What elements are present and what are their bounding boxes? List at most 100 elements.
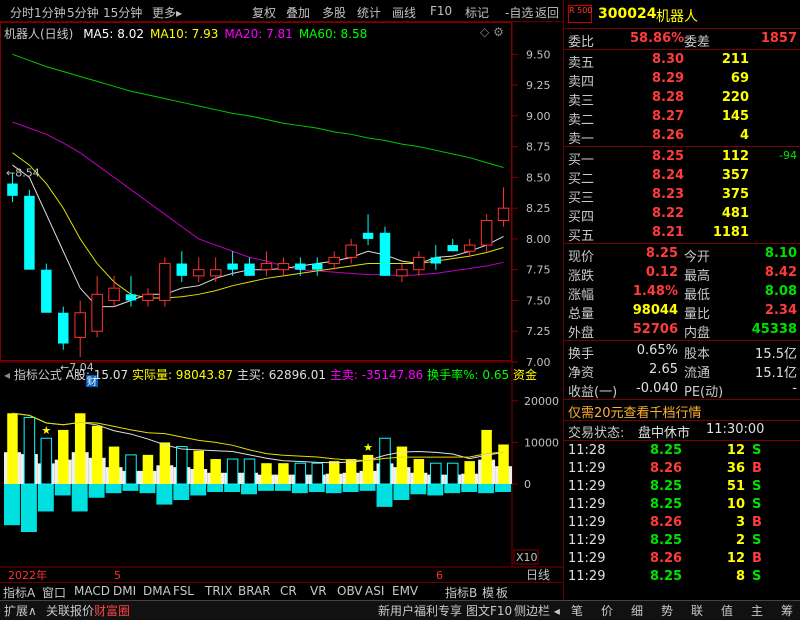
buy-label: 买三 (568, 191, 595, 206)
stat2-label: 收益(一) (568, 385, 618, 400)
wecha-label: 委差 (684, 35, 711, 50)
sell-vol: 220 (721, 90, 749, 105)
sell-row[interactable]: 卖五 8.30 211 (564, 51, 800, 71)
toolbar-item-1[interactable]: 1分钟 (34, 4, 66, 21)
indicator-tab-right-1[interactable]: 模 (482, 584, 494, 601)
promo-row[interactable]: 仅需20元查看千档行情 (564, 401, 800, 421)
kline-chart[interactable]: 9.50 9.25 9.00 8.75 8.50 8.25 8.00 7.75 7.50 7.25… (0, 22, 563, 582)
toolbar-item-6[interactable]: 叠加 (286, 4, 310, 21)
gear-icon[interactable]: ◇ (480, 25, 489, 39)
indicator-tab-5[interactable]: FSL (173, 584, 194, 598)
indicator-tab-2[interactable]: MACD (74, 584, 110, 598)
sep (564, 340, 800, 341)
toolbar-item-4[interactable]: 更多▸ (152, 4, 182, 21)
indicator-tab-11[interactable]: ASI (365, 584, 384, 598)
sell-row[interactable]: 卖四 8.29 69 (564, 70, 800, 90)
promo-text[interactable]: 仅需20元查看千档行情 (568, 402, 702, 421)
indicator-tab-right-0[interactable]: 指标B (445, 584, 477, 601)
main-sell-value: 主卖: -35147.86 (329, 368, 424, 382)
fund-flow-bar (88, 484, 105, 498)
indicator-tab-10[interactable]: OBV (337, 584, 363, 598)
indicator-tab-8[interactable]: CR (280, 584, 297, 598)
indicator-tab-7[interactable]: BRAR (238, 584, 271, 598)
tick-row: 11:29 8.25 10 S (564, 496, 800, 515)
indicator-tab-4[interactable]: DMA (143, 584, 171, 598)
indicator-tab-0[interactable]: 指标A (3, 584, 35, 601)
stat-row: 外盘 52706 内盘 45338 (564, 321, 800, 341)
sep (564, 28, 800, 29)
price-tick-label: 8.25 (526, 202, 551, 215)
sell-label: 卖五 (568, 56, 595, 71)
buy-row[interactable]: 买二 8.24 357 (564, 167, 800, 187)
toolbar-item-7[interactable]: 多股 (322, 4, 346, 21)
fund-flow-bar (444, 484, 461, 494)
price-tick-label: 8.75 (526, 141, 551, 154)
side-tab-2[interactable]: 细 (631, 602, 643, 619)
side-tab-7[interactable]: 筹 (781, 602, 793, 619)
tick-side: S (752, 443, 762, 458)
webi-row: 委比 58.86% 委差 1857 (564, 30, 800, 50)
toolbar-item-12[interactable]: -自选 (505, 4, 533, 21)
toolbar-item-13[interactable]: 返回 (535, 4, 559, 21)
stat-value: 2.34 (764, 303, 797, 318)
toolbar-item-8[interactable]: 统计 (357, 4, 381, 21)
buy-price: 8.25 (652, 149, 685, 164)
bottom-right-1[interactable]: 图文F10 (466, 602, 512, 619)
tick-side: S (752, 569, 762, 584)
tick-row: 11:29 8.25 8 S (564, 568, 800, 587)
side-tab-0[interactable]: 笔 (571, 602, 583, 619)
stat-label: 最高 (684, 269, 711, 284)
quote-panel: R 500 300024 机器人 委比 58.86% 委差 1857 卖五 8.30 211 卖四 8… (563, 0, 800, 600)
bottom-tab-0[interactable]: 扩展∧ (4, 602, 37, 619)
toolbar-item-10[interactable]: F10 (430, 4, 452, 18)
bottom-tab-1[interactable]: 关联报价 (46, 602, 94, 619)
volume-bar-up (345, 459, 357, 484)
buy-row[interactable]: 买五 8.21 1181 (564, 224, 800, 244)
side-tab-3[interactable]: 势 (661, 602, 673, 619)
collapse-icon[interactable]: ◂ (4, 368, 10, 382)
toolbar-item-3[interactable]: 15分钟 (103, 4, 142, 21)
settings-icon[interactable]: ⚙ (493, 25, 504, 39)
bottom-tab-2[interactable]: 财富圈 (94, 602, 130, 619)
indicator-tab-9[interactable]: VR (310, 584, 327, 598)
indicator-tab-6[interactable]: TRIX (205, 584, 232, 598)
buy-row[interactable]: 买三 8.23 375 (564, 186, 800, 206)
sell-row[interactable]: 卖一 8.26 4 (564, 127, 800, 147)
toolbar-item-9[interactable]: 画线 (392, 4, 416, 21)
bottom-right-2[interactable]: 侧边栏 ◂ (514, 602, 560, 619)
a-shares-value: A股: 15.07 (65, 368, 129, 382)
side-tab-6[interactable]: 主 (751, 602, 763, 619)
tick-time: 11:29 (568, 569, 606, 584)
sell-row[interactable]: 卖三 8.28 220 (564, 89, 800, 109)
fund-flow-bar (461, 484, 478, 493)
indicator-tab-right-2[interactable]: 板 (496, 584, 508, 601)
buy-row[interactable]: 买一 8.25 112 -94 (564, 148, 800, 168)
chart-window-controls[interactable]: ◇ ⚙ (480, 25, 504, 39)
side-tab-4[interactable]: 联 (691, 602, 703, 619)
fund-flow-bar (393, 484, 410, 501)
buy-row[interactable]: 买四 8.22 481 (564, 205, 800, 225)
fund-flow-bar (4, 484, 20, 526)
sell-label: 卖二 (568, 113, 595, 128)
period-label[interactable]: 日线 (526, 568, 550, 582)
sell-price: 8.27 (652, 109, 685, 124)
indicator-tab-12[interactable]: EMV (392, 584, 418, 598)
webi-label: 委比 (568, 35, 595, 50)
indicator-tab-1[interactable]: 窗口 (42, 584, 66, 601)
price-tick-label: 7.50 (526, 294, 551, 307)
side-tab-5[interactable]: 值 (721, 602, 733, 619)
toolbar-item-0[interactable]: 分时 (10, 4, 34, 21)
toolbar-item-2[interactable]: 5分钟 (67, 4, 99, 21)
indicator-tab-3[interactable]: DMI (113, 584, 136, 598)
candle-body-up (260, 263, 273, 271)
sell-row[interactable]: 卖二 8.27 145 (564, 108, 800, 128)
candle-body-down (430, 257, 442, 264)
side-tab-1[interactable]: 价 (601, 602, 613, 619)
x10-label[interactable]: X10 (516, 551, 538, 564)
indicator-label[interactable]: 指标公式 (14, 368, 62, 382)
bottom-right-0[interactable]: 新用户福利专享 (378, 602, 462, 619)
stat-label: 量比 (684, 307, 711, 322)
toolbar-item-5[interactable]: 复权 (252, 4, 276, 21)
toolbar-item-11[interactable]: 标记 (465, 4, 489, 21)
fund-flow-bar (410, 484, 427, 495)
